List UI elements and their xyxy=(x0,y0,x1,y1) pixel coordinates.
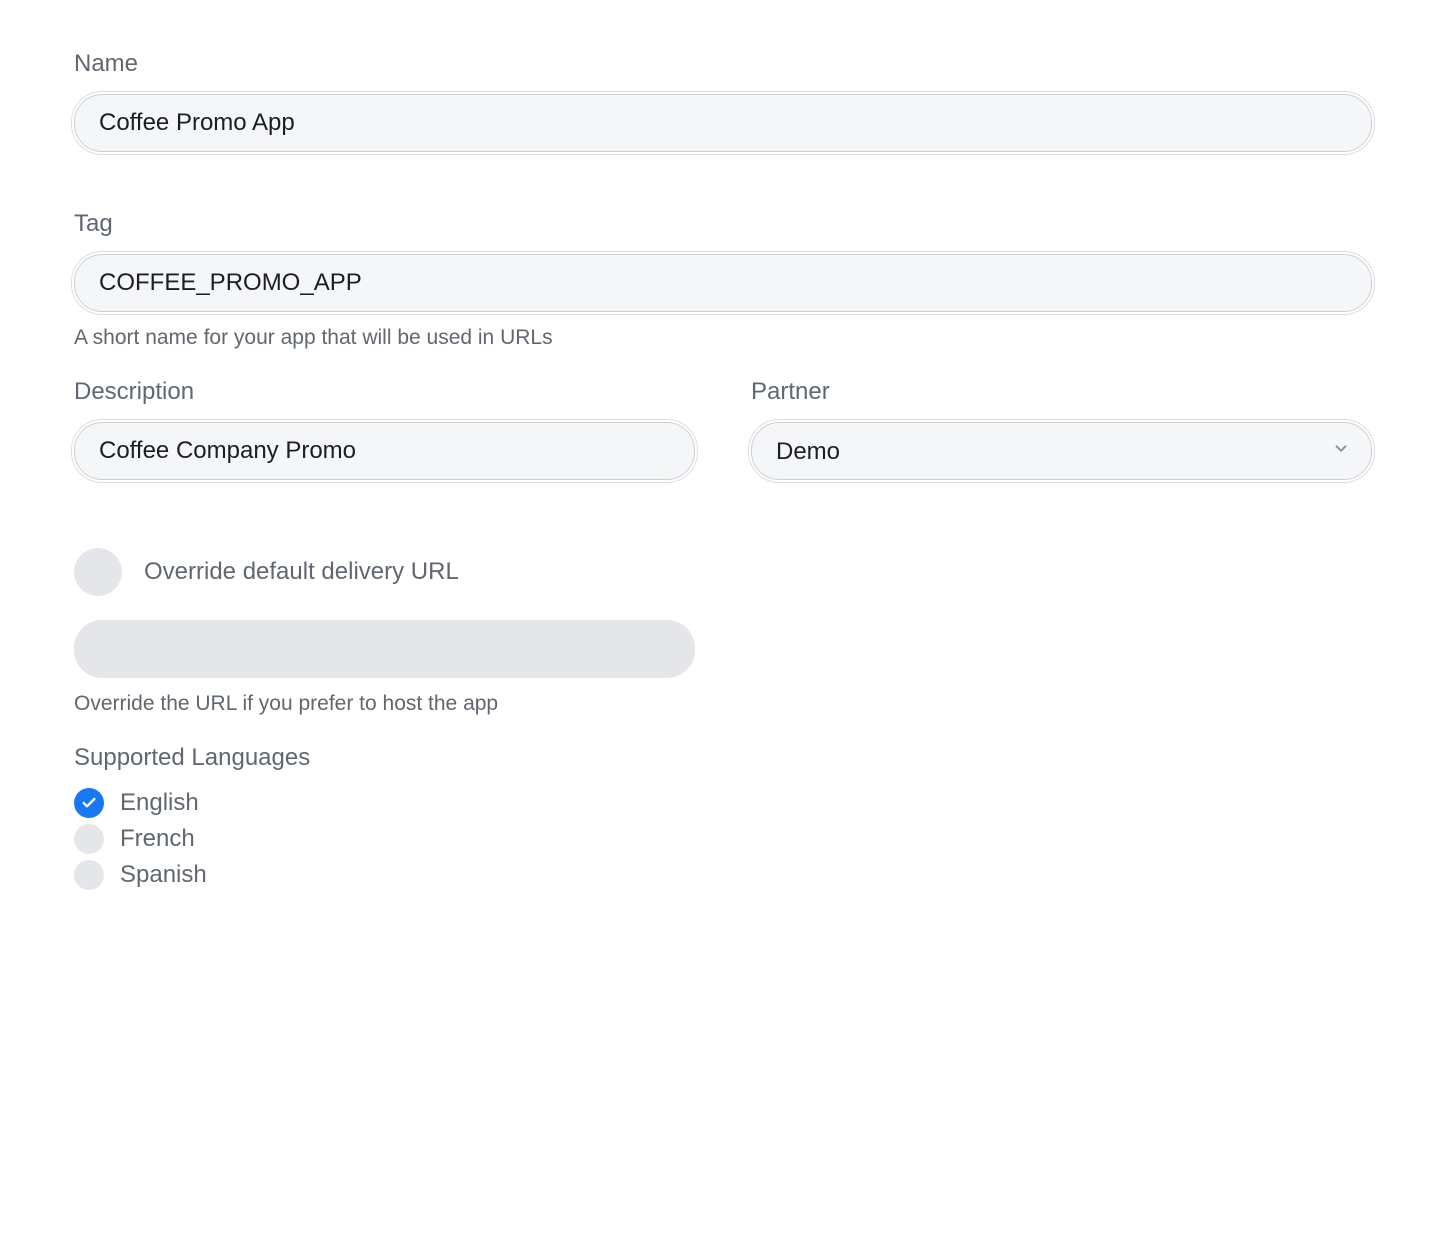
tag-help-text: A short name for your app that will be u… xyxy=(74,326,1372,350)
checkbox-unchecked-icon xyxy=(74,860,104,890)
language-item[interactable]: Spanish xyxy=(74,860,1372,890)
partner-group: Partner Demo xyxy=(751,378,1372,480)
name-label: Name xyxy=(74,50,1372,78)
partner-select[interactable]: Demo xyxy=(751,422,1372,480)
partner-label: Partner xyxy=(751,378,1372,406)
override-toggle-row: Override default delivery URL xyxy=(74,548,695,596)
languages-group: Supported Languages English French Spanish xyxy=(74,744,1372,890)
override-row: Override default delivery URL Override t… xyxy=(74,538,1372,744)
language-label: English xyxy=(120,789,199,817)
tag-input[interactable] xyxy=(74,254,1372,312)
languages-label: Supported Languages xyxy=(74,744,1372,772)
description-group: Description xyxy=(74,378,695,480)
language-item[interactable]: English xyxy=(74,788,1372,818)
language-label: French xyxy=(120,825,195,853)
override-toggle-label: Override default delivery URL xyxy=(144,558,459,586)
description-input[interactable] xyxy=(74,422,695,480)
override-spacer xyxy=(751,538,1372,744)
checkbox-checked-icon xyxy=(74,788,104,818)
partner-selected-value: Demo xyxy=(751,422,1372,480)
description-label: Description xyxy=(74,378,695,406)
override-url-input xyxy=(74,620,695,678)
tag-group: Tag A short name for your app that will … xyxy=(74,210,1372,350)
checkbox-unchecked-icon xyxy=(74,824,104,854)
desc-partner-row: Description Partner Demo xyxy=(74,378,1372,538)
name-group: Name xyxy=(74,50,1372,152)
override-group: Override default delivery URL Override t… xyxy=(74,538,695,716)
override-help-text: Override the URL if you prefer to host t… xyxy=(74,692,695,716)
languages-list: English French Spanish xyxy=(74,788,1372,890)
override-toggle[interactable] xyxy=(74,548,122,596)
name-input[interactable] xyxy=(74,94,1372,152)
tag-label: Tag xyxy=(74,210,1372,238)
language-item[interactable]: French xyxy=(74,824,1372,854)
language-label: Spanish xyxy=(120,861,207,889)
